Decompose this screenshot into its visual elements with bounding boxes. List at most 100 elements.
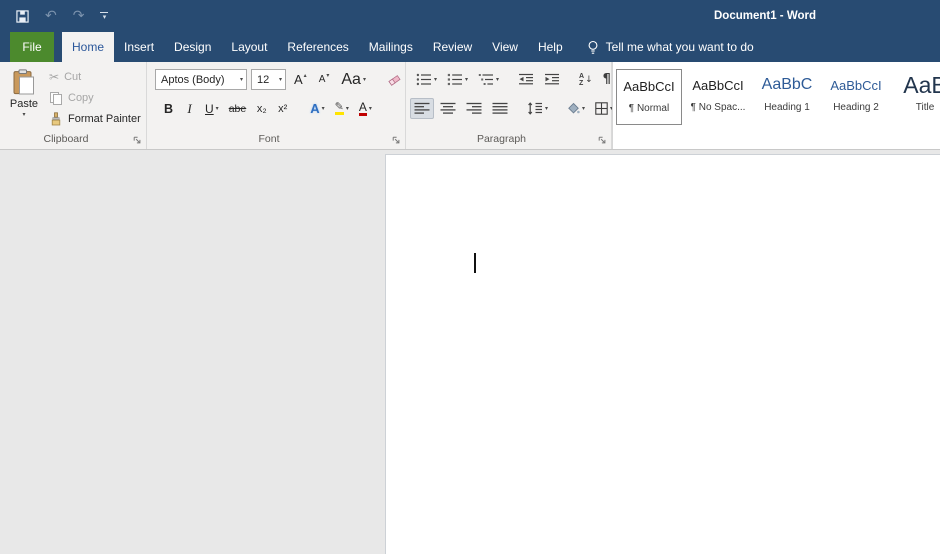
copy-icon (49, 91, 63, 105)
tab-help[interactable]: Help (528, 32, 573, 62)
tell-me-box[interactable]: Tell me what you want to do (587, 32, 754, 62)
numbering-button[interactable]: ▾ (443, 69, 472, 90)
customize-quick-access-button[interactable]: ▾ (100, 12, 108, 21)
shading-button[interactable]: ▾ (563, 98, 589, 119)
clipboard-small-buttons: ✂ Cut Copy Format Painter (46, 66, 144, 129)
tab-review[interactable]: Review (423, 32, 482, 62)
tab-file[interactable]: File (10, 32, 54, 62)
font-size-dropdown-icon: ▾ (279, 76, 282, 83)
underline-dropdown-icon: ▾ (216, 105, 219, 112)
font-row-2: B I U ▾ abe x₂ x² A ▾ ✎ ▾ A (159, 98, 376, 119)
font-size-value: 12 (257, 74, 269, 86)
underline-button[interactable]: U ▾ (201, 98, 223, 119)
sort-z-label: Z (579, 80, 584, 87)
paste-dropdown-icon[interactable]: ▾ (22, 111, 25, 118)
italic-button[interactable]: I (180, 98, 199, 119)
tab-layout[interactable]: Layout (221, 32, 277, 62)
style-title[interactable]: AaB Title (892, 69, 940, 125)
style-heading-2[interactable]: AaBbCcI Heading 2 (823, 69, 889, 125)
increase-indent-icon (544, 73, 560, 86)
paste-label: Paste (10, 98, 38, 110)
font-color-button[interactable]: A ▾ (355, 98, 376, 119)
pilcrow-icon: ¶ (603, 72, 611, 87)
font-family-value: Aptos (Body) (161, 74, 225, 86)
text-highlight-button[interactable]: ✎ ▾ (331, 98, 353, 119)
cut-button[interactable]: ✂ Cut (46, 66, 144, 87)
redo-button[interactable]: ↷ (73, 9, 85, 23)
tab-home[interactable]: Home (62, 32, 114, 62)
grow-font-button[interactable]: A ▴ (290, 69, 311, 90)
sort-icon: A Z (579, 73, 584, 87)
align-center-icon (440, 102, 456, 115)
undo-button[interactable]: ↶ (45, 9, 57, 23)
save-button[interactable] (16, 10, 29, 23)
subscript-button[interactable]: x₂ (252, 98, 271, 119)
line-spacing-dropdown-icon: ▾ (545, 105, 548, 112)
copy-label: Copy (68, 92, 94, 104)
tab-design[interactable]: Design (164, 32, 221, 62)
tab-insert[interactable]: Insert (114, 32, 164, 62)
document-canvas[interactable] (0, 150, 940, 554)
font-color-dropdown-icon: ▾ (369, 105, 372, 112)
format-painter-button[interactable]: Format Painter (46, 108, 144, 129)
clear-formatting-button[interactable] (384, 69, 405, 90)
document-page[interactable] (385, 154, 940, 554)
tab-view[interactable]: View (482, 32, 528, 62)
style-no-spacing[interactable]: AaBbCcI ¶ No Spac... (685, 69, 751, 125)
paste-icon (13, 69, 35, 95)
align-left-button[interactable] (410, 98, 434, 119)
multilevel-list-button[interactable]: ▾ (474, 69, 503, 90)
font-dialog-launcher[interactable] (392, 136, 401, 145)
clipboard-dialog-launcher[interactable] (133, 136, 142, 145)
tab-mailings[interactable]: Mailings (359, 32, 423, 62)
increase-indent-button[interactable] (540, 69, 564, 90)
decrease-indent-button[interactable] (514, 69, 538, 90)
borders-icon (595, 102, 608, 115)
tab-references[interactable]: References (277, 32, 358, 62)
bullets-icon (416, 73, 432, 86)
justify-icon (492, 102, 508, 115)
superscript-button[interactable]: x² (273, 98, 292, 119)
line-spacing-button[interactable]: ▾ (523, 98, 552, 119)
paste-button[interactable]: Paste ▾ (6, 67, 42, 131)
paragraph-dialog-launcher[interactable] (598, 136, 607, 145)
clipboard-group-label: Clipboard (0, 133, 132, 145)
bullets-button[interactable]: ▾ (412, 69, 441, 90)
style-no-spacing-name: ¶ No Spac... (685, 102, 751, 113)
bold-button[interactable]: B (159, 98, 178, 119)
shading-dropdown-icon: ▾ (582, 105, 585, 112)
sort-button[interactable]: A Z ↓ (575, 69, 597, 90)
save-icon (16, 10, 29, 23)
style-heading-2-name: Heading 2 (823, 102, 889, 113)
cut-label: Cut (64, 71, 81, 83)
align-right-button[interactable] (462, 98, 486, 119)
shrink-font-label: A (319, 75, 326, 85)
text-effects-button[interactable]: A ▾ (306, 98, 328, 119)
shrink-font-button[interactable]: A ▾ (315, 69, 334, 90)
font-row-1: Aptos (Body) ▾ 12 ▾ A ▴ A ▾ Aa ▾ (155, 69, 405, 90)
style-heading-1-name: Heading 1 (754, 102, 820, 113)
strikethrough-button[interactable]: abe (225, 98, 251, 119)
decrease-indent-icon (518, 73, 534, 86)
text-effects-label: A (310, 101, 319, 116)
font-size-combobox[interactable]: 12 ▾ (251, 69, 286, 90)
grow-font-label: A (294, 73, 303, 86)
style-heading-1[interactable]: AaBbC Heading 1 (754, 69, 820, 125)
change-case-button[interactable]: Aa ▾ (337, 69, 370, 90)
style-normal[interactable]: AaBbCcI ¶ Normal (616, 69, 682, 125)
cut-icon: ✂ (49, 71, 59, 83)
style-normal-preview: AaBbCcI (617, 72, 681, 100)
window-title: Document1 - Word (714, 0, 816, 32)
text-effects-dropdown-icon: ▾ (322, 105, 325, 112)
align-center-button[interactable] (436, 98, 460, 119)
multilevel-list-icon (478, 73, 494, 86)
format-painter-icon (49, 112, 63, 126)
style-no-spacing-preview: AaBbCcI (685, 71, 751, 99)
copy-button[interactable]: Copy (46, 87, 144, 108)
paragraph-group-label: Paragraph (406, 133, 597, 145)
paragraph-row-1: ▾ ▾ ▾ A Z (412, 69, 615, 90)
style-title-name: Title (892, 102, 940, 113)
font-family-combobox[interactable]: Aptos (Body) ▾ (155, 69, 247, 90)
justify-button[interactable] (488, 98, 512, 119)
eraser-icon (388, 73, 401, 86)
